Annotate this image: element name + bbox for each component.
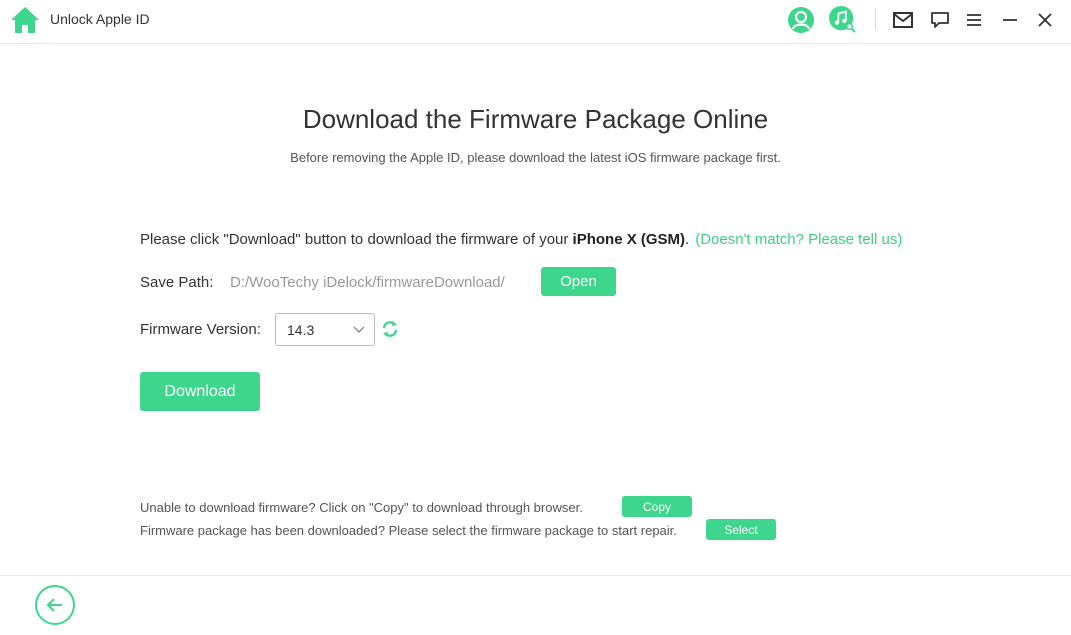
minimize-icon (1003, 19, 1017, 21)
menu-button[interactable] (960, 6, 988, 34)
minimize-button[interactable] (996, 6, 1024, 34)
mail-icon (893, 12, 913, 28)
save-path-value: D:/WooTechy iDelock/firmwareDownload/ (230, 274, 505, 291)
refresh-icon[interactable] (380, 319, 400, 339)
title-bar: Unlock Apple ID (0, 0, 1071, 44)
device-model: iPhone X (GSM) (572, 231, 686, 248)
close-icon (1038, 13, 1052, 27)
arrow-left-icon (46, 598, 62, 612)
download-instruction: Please click "Download" button to downlo… (140, 231, 902, 248)
mail-button[interactable] (889, 6, 917, 34)
chevron-down-icon (353, 326, 365, 333)
page-heading: Download the Firmware Package Online (302, 104, 769, 134)
open-button[interactable]: Open (541, 267, 616, 296)
copy-button[interactable]: Copy (622, 496, 692, 517)
account-button[interactable] (787, 6, 815, 34)
page-subheading: Before removing the Apple ID, please dow… (290, 150, 781, 165)
firmware-version-label: Firmware Version: (140, 321, 261, 338)
firmware-version-select[interactable]: 14.3 (275, 313, 375, 346)
app-title: Unlock Apple ID (50, 11, 150, 27)
titlebar-separator (875, 8, 876, 30)
music-search-icon (829, 6, 856, 33)
select-button[interactable]: Select (706, 519, 776, 540)
feedback-icon (931, 12, 949, 28)
save-path-label: Save Path: (140, 274, 214, 291)
close-button[interactable] (1031, 6, 1059, 34)
download-button[interactable]: Download (140, 372, 260, 411)
footer-divider (0, 575, 1071, 576)
music-search-button[interactable] (829, 6, 857, 34)
menu-icon (967, 14, 981, 26)
firmware-version-value: 14.3 (287, 322, 315, 338)
feedback-button[interactable] (926, 6, 954, 34)
copy-help-text: Unable to download firmware? Click on "C… (140, 500, 583, 515)
home-icon[interactable] (10, 5, 40, 35)
instruction-prefix: Please click "Download" button to downlo… (140, 231, 573, 248)
instruction-suffix: . (685, 231, 690, 248)
select-help-text: Firmware package has been downloaded? Pl… (140, 523, 677, 538)
account-icon (788, 7, 814, 33)
back-button[interactable] (35, 585, 75, 625)
mismatch-link[interactable]: (Doesn't match? Please tell us) (695, 231, 902, 248)
